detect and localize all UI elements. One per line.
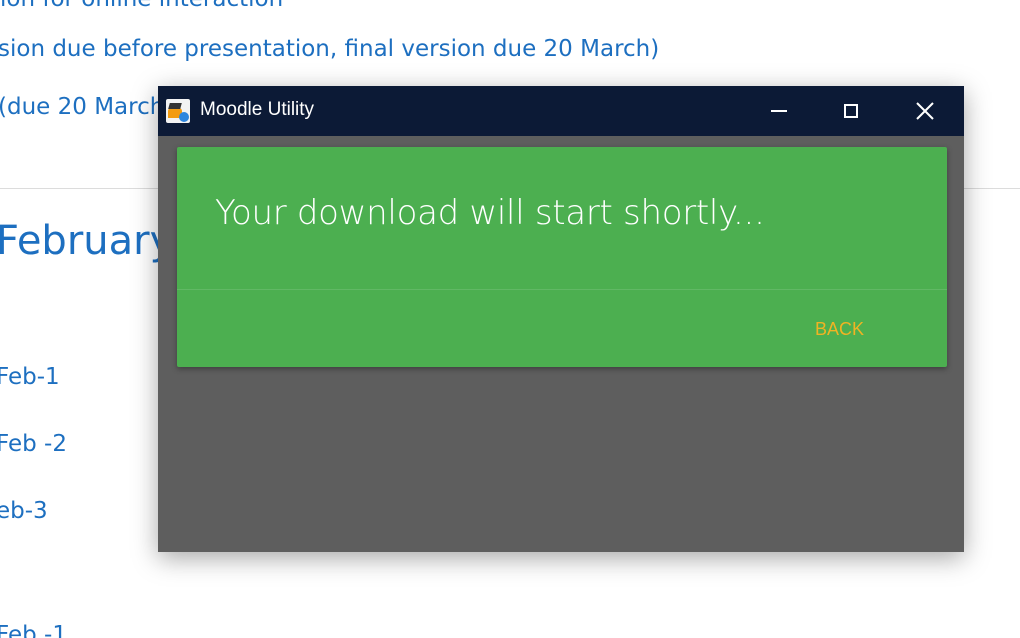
minimize-button[interactable]: [743, 86, 815, 136]
moodle-utility-window: Moodle Utility Your download will start …: [158, 86, 964, 552]
back-button[interactable]: BACK: [807, 315, 872, 344]
download-status-card: Your download will start shortly... BACK: [177, 147, 947, 367]
background-link[interactable]: (due 20 March): [0, 94, 173, 120]
week-item-link[interactable]: eb-3: [0, 498, 48, 524]
background-link[interactable]: ion for online interaction: [0, 0, 283, 12]
section-heading: February: [0, 218, 174, 264]
maximize-icon: [844, 104, 858, 118]
background-link[interactable]: sion due before presentation, final vers…: [0, 36, 659, 62]
week-item-link[interactable]: Feb -2: [0, 431, 67, 457]
week-item-link[interactable]: Feb -1: [0, 622, 67, 638]
window-titlebar[interactable]: Moodle Utility: [158, 86, 964, 136]
download-message: Your download will start shortly...: [215, 193, 765, 233]
close-icon: [916, 102, 934, 120]
moodle-utility-icon: [166, 99, 190, 123]
window-title: Moodle Utility: [200, 99, 315, 120]
close-button[interactable]: [889, 86, 961, 136]
minimize-icon: [771, 110, 787, 112]
card-divider: [177, 289, 947, 290]
week-item-link[interactable]: Feb-1: [0, 364, 60, 390]
maximize-button[interactable]: [815, 86, 887, 136]
